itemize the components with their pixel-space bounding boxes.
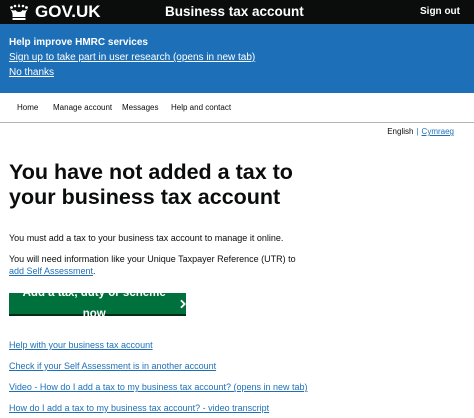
- nav-item-help-and-contact[interactable]: Help and contact: [171, 103, 231, 113]
- gov-header: GOV.UK Business tax account Sign out: [0, 0, 474, 24]
- no-thanks-link[interactable]: No thanks: [9, 67, 54, 79]
- user-research-link[interactable]: Sign up to take part in user research (o…: [9, 52, 255, 64]
- language-current: English: [387, 127, 414, 136]
- add-tax-start-button[interactable]: Add a tax, duty or scheme now: [9, 287, 186, 320]
- chevron-right-icon: [180, 299, 186, 308]
- help-business-tax-link[interactable]: Help with your business tax account: [9, 339, 153, 351]
- service-name[interactable]: Business tax account: [165, 4, 304, 20]
- govuk-logo-text: GOV.UK: [35, 2, 101, 21]
- video-transcript-link[interactable]: How do I add a tax to my business tax ac…: [9, 402, 269, 414]
- language-toggle: English | Cymraeg: [387, 127, 454, 137]
- nav-item-home[interactable]: Home: [17, 103, 38, 113]
- crown-icon: [8, 2, 30, 22]
- check-self-assessment-link[interactable]: Check if your Self Assessment is in anot…: [9, 360, 216, 372]
- sign-out-link[interactable]: Sign out: [420, 6, 460, 18]
- user-research-banner: Help improve HMRC services Sign up to ta…: [0, 24, 474, 93]
- nav-item-manage-account[interactable]: Manage account: [53, 103, 112, 113]
- start-button-label: Add a tax, duty or scheme now: [22, 286, 166, 320]
- language-cymraeg-link[interactable]: Cymraeg: [422, 127, 454, 136]
- video-link[interactable]: Video - How do I add a tax to my busines…: [9, 381, 308, 393]
- nav-item-messages[interactable]: Messages: [122, 103, 158, 113]
- utr-paragraph-text: You will need information like your Uniq…: [9, 254, 296, 264]
- utr-paragraph: You will need information like your Uniq…: [9, 253, 309, 277]
- language-separator: |: [416, 127, 419, 136]
- govuk-logo-link[interactable]: GOV.UK: [8, 2, 101, 22]
- page-title: You have not added a tax to your busines…: [9, 160, 293, 209]
- add-self-assessment-link[interactable]: add Self Assessment: [9, 266, 93, 276]
- intro-paragraph: You must add a tax to your business tax …: [9, 233, 284, 243]
- banner-title: Help improve HMRC services: [9, 37, 148, 48]
- utr-paragraph-end: .: [93, 266, 96, 276]
- account-nav: Home Manage account Messages Help and co…: [0, 93, 474, 123]
